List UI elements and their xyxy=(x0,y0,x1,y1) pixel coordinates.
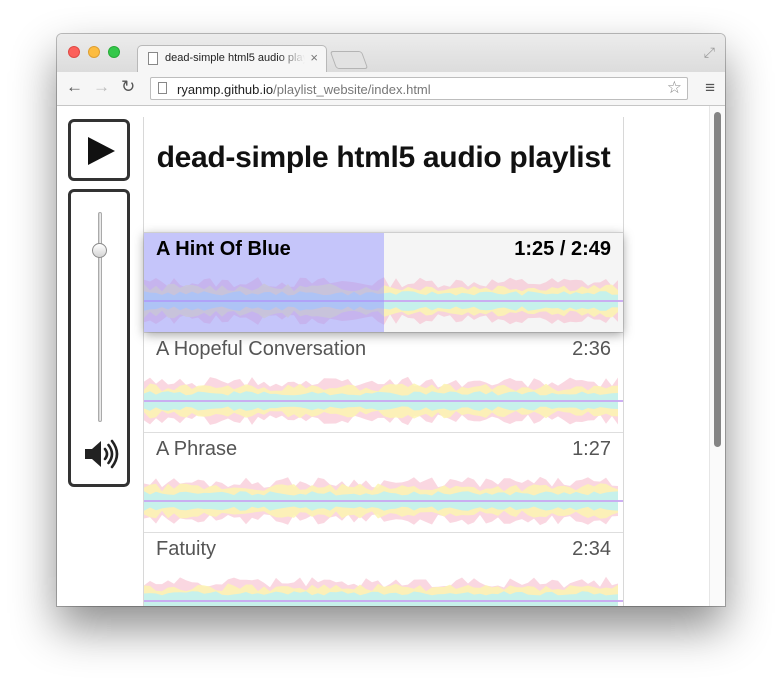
scrollbar[interactable] xyxy=(709,106,725,606)
track-item[interactable]: A Hint Of Blue 1:25 / 2:49 xyxy=(144,232,623,332)
volume-slider-handle[interactable] xyxy=(92,242,107,258)
speaker-icon[interactable] xyxy=(83,439,119,469)
playlist-panel: dead-simple html5 audio playlist A Hint … xyxy=(143,117,624,606)
track-item[interactable]: A Phrase 1:27 xyxy=(144,432,623,532)
track-time: 1:27 xyxy=(572,438,611,460)
new-tab-button[interactable] xyxy=(329,51,369,69)
page-icon xyxy=(148,52,158,65)
forward-icon[interactable]: → xyxy=(93,77,110,97)
url-host: ryanmp.github.io xyxy=(177,82,274,97)
title-bar: dead-simple html5 audio playlist × ⤢ xyxy=(57,34,725,72)
fullscreen-icon[interactable]: ⤢ xyxy=(704,44,715,61)
play-button[interactable] xyxy=(68,119,130,181)
page-icon xyxy=(158,82,167,94)
track-time: 1:25 / 2:49 xyxy=(514,238,611,260)
tab-title: dead-simple html5 audio playlist xyxy=(165,52,305,64)
browser-toolbar: ← → ↻ ryanmp.github.io/playlist_website/… xyxy=(57,72,725,106)
bookmark-star-icon[interactable]: ☆ xyxy=(667,78,682,98)
track-title: A Hopeful Conversation xyxy=(156,338,367,360)
browser-menu-icon[interactable]: ≡ xyxy=(705,78,715,98)
back-icon[interactable]: ← xyxy=(66,77,83,97)
track-time: 2:36 xyxy=(572,338,611,360)
window-zoom-button[interactable] xyxy=(108,46,120,58)
address-bar[interactable]: ryanmp.github.io/playlist_website/index.… xyxy=(150,77,688,100)
volume-control xyxy=(68,189,130,487)
tab-close-icon[interactable]: × xyxy=(310,50,318,65)
window-minimize-button[interactable] xyxy=(88,46,100,58)
track-title: Fatuity xyxy=(156,538,217,560)
track-item[interactable]: A Hopeful Conversation 2:36 xyxy=(144,332,623,432)
track-item[interactable]: Fatuity 2:34 xyxy=(144,532,623,606)
url-path: /playlist_website/index.html xyxy=(273,82,431,97)
url-text[interactable]: ryanmp.github.io/playlist_website/index.… xyxy=(177,82,431,97)
page-viewport: dead-simple html5 audio playlist A Hint … xyxy=(57,106,725,606)
scrollbar-thumb[interactable] xyxy=(714,112,721,447)
track-title: A Phrase xyxy=(156,438,238,460)
browser-window: dead-simple html5 audio playlist × ⤢ ← →… xyxy=(57,34,725,606)
track-title: A Hint Of Blue xyxy=(156,238,291,260)
waveform xyxy=(144,576,623,606)
window-close-button[interactable] xyxy=(68,46,80,58)
reload-icon[interactable]: ↻ xyxy=(121,77,135,97)
waveform xyxy=(144,376,623,426)
page-title: dead-simple html5 audio playlist xyxy=(156,141,611,174)
track-time: 2:34 xyxy=(572,538,611,560)
browser-tab[interactable]: dead-simple html5 audio playlist × xyxy=(137,45,327,72)
waveform xyxy=(144,476,623,526)
play-icon xyxy=(88,137,115,165)
